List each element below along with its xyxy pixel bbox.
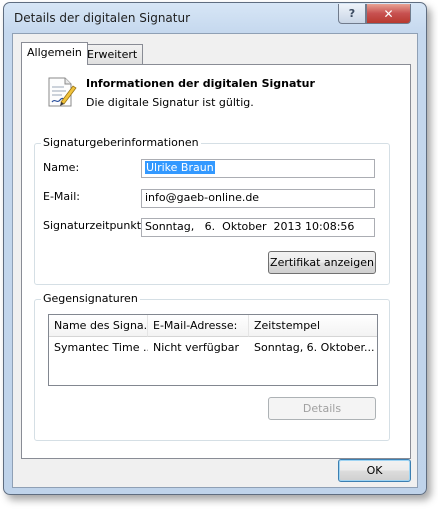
- close-icon: ✕: [383, 6, 394, 21]
- window-title: Details der digitalen Signatur: [14, 11, 191, 25]
- email-field[interactable]: info@gaeb-online.de: [141, 189, 375, 208]
- close-button[interactable]: ✕: [366, 4, 411, 24]
- signer-info-group-title: Signaturgeberinformationen: [41, 136, 201, 149]
- column-header-name[interactable]: Name des Signa...: [49, 315, 148, 337]
- signer-info-group: Signaturgeberinformationen Name: Ulrike …: [34, 136, 390, 285]
- signing-time-field[interactable]: Sonntag, 6. Oktober 2013 10:08:56: [141, 218, 375, 237]
- column-header-email[interactable]: E-Mail-Adresse:: [148, 315, 249, 337]
- tab-allgemein[interactable]: Allgemein: [21, 42, 88, 65]
- name-field[interactable]: Ulrike Braun: [141, 159, 375, 178]
- help-icon: ?: [348, 7, 356, 20]
- row-name-cell: Symantec Time ...: [54, 341, 148, 354]
- name-value: Ulrike Braun: [145, 161, 215, 174]
- tab-panel-general: Informationen der digitalen Signatur Die…: [21, 64, 411, 459]
- help-button[interactable]: ?: [338, 4, 366, 24]
- countersignatures-group: Gegensignaturen Name des Signa... E-Mail…: [34, 292, 390, 441]
- countersignatures-group-title: Gegensignaturen: [41, 292, 140, 305]
- ok-button[interactable]: OK: [338, 459, 411, 482]
- details-button[interactable]: Details: [268, 397, 376, 420]
- column-header-timestamp[interactable]: Zeitstempel: [249, 315, 377, 337]
- view-certificate-button[interactable]: Zertifikat anzeigen: [268, 251, 376, 274]
- countersignatures-list[interactable]: Name des Signa... E-Mail-Adresse: Zeitst…: [48, 314, 378, 386]
- email-label: E-Mail:: [43, 190, 80, 203]
- signature-status-text: Die digitale Signatur ist gültig.: [86, 96, 254, 109]
- tab-erweitert[interactable]: Erweitert: [81, 44, 144, 64]
- row-timestamp-cell: Sonntag, 6. Oktober...: [254, 341, 375, 354]
- signature-info-heading: Informationen der digitalen Signatur: [86, 77, 315, 90]
- dialog-window: Details der digitalen Signatur ? ✕ Allge…: [3, 2, 427, 495]
- signing-time-label: Signaturzeitpunkt:: [43, 219, 145, 232]
- name-label: Name:: [43, 161, 80, 174]
- row-email-cell: Nicht verfügbar: [153, 341, 239, 354]
- certificate-document-icon: [44, 75, 78, 109]
- dialog-client-area: Allgemein Erweitert Informationen der di…: [12, 33, 418, 488]
